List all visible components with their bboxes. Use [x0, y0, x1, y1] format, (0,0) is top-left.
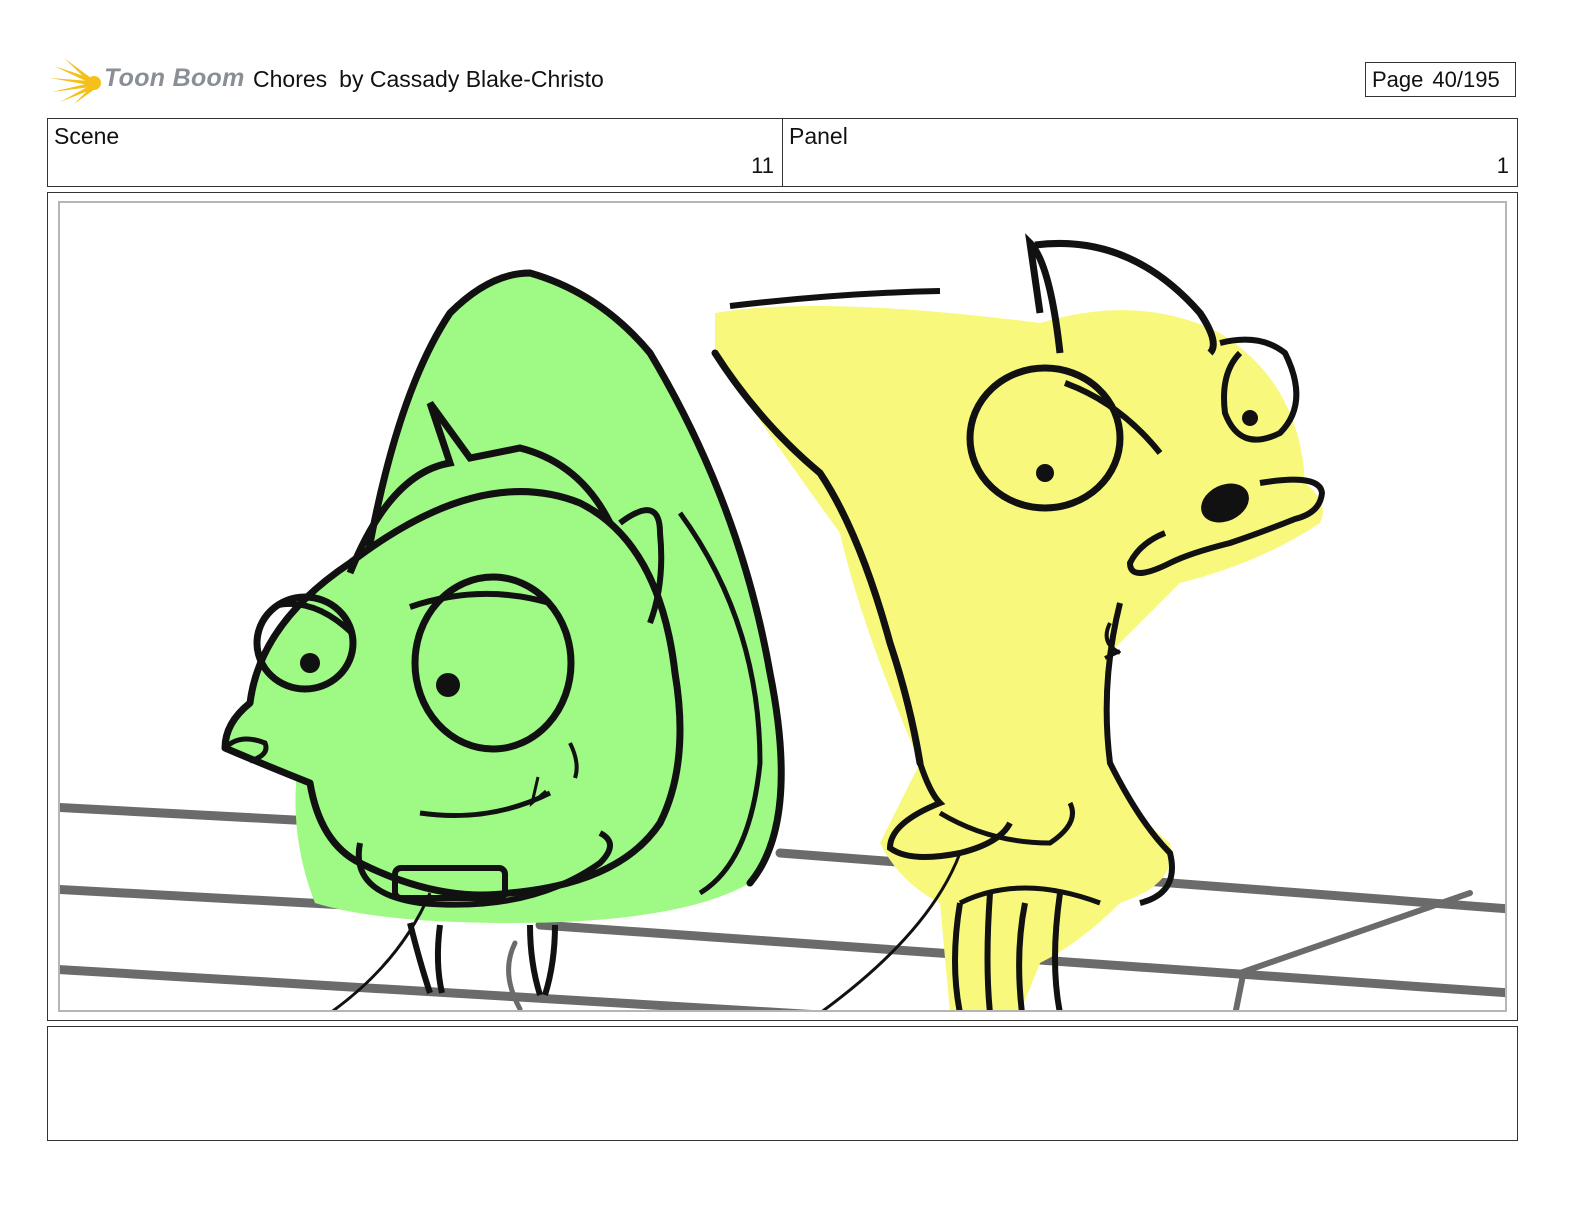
- toon-boom-logo: Toon Boom: [50, 56, 244, 106]
- sunburst-icon: [50, 58, 101, 104]
- scene-cell: Scene 11: [48, 119, 783, 186]
- panel-label: Panel: [789, 123, 848, 149]
- page-label: Page: [1372, 67, 1424, 92]
- panel-drawing-area: [58, 201, 1507, 1012]
- yellow-character: [711, 233, 1326, 1010]
- scene-label: Scene: [54, 123, 120, 149]
- author-text: by Cassady Blake-Christo: [339, 66, 604, 92]
- notes-box: [47, 1026, 1518, 1141]
- document-title: Chores by Cassady Blake-Christo: [253, 66, 616, 93]
- page-number: 40/195: [1432, 67, 1500, 92]
- logo-wordmark: Toon Boom: [104, 64, 245, 92]
- panel-sketch: [60, 233, 1505, 1010]
- storyboard-frame: [47, 192, 1518, 1021]
- title-text: Chores: [253, 66, 328, 92]
- panel-number: 1: [1496, 153, 1509, 178]
- scene-number: 11: [751, 153, 774, 178]
- panel-cell: Panel 1: [783, 119, 1517, 186]
- page-indicator: Page 40/195: [1365, 62, 1516, 97]
- railing-lines: [60, 803, 1505, 1010]
- scene-panel-row: Scene 11 Panel 1: [47, 118, 1518, 187]
